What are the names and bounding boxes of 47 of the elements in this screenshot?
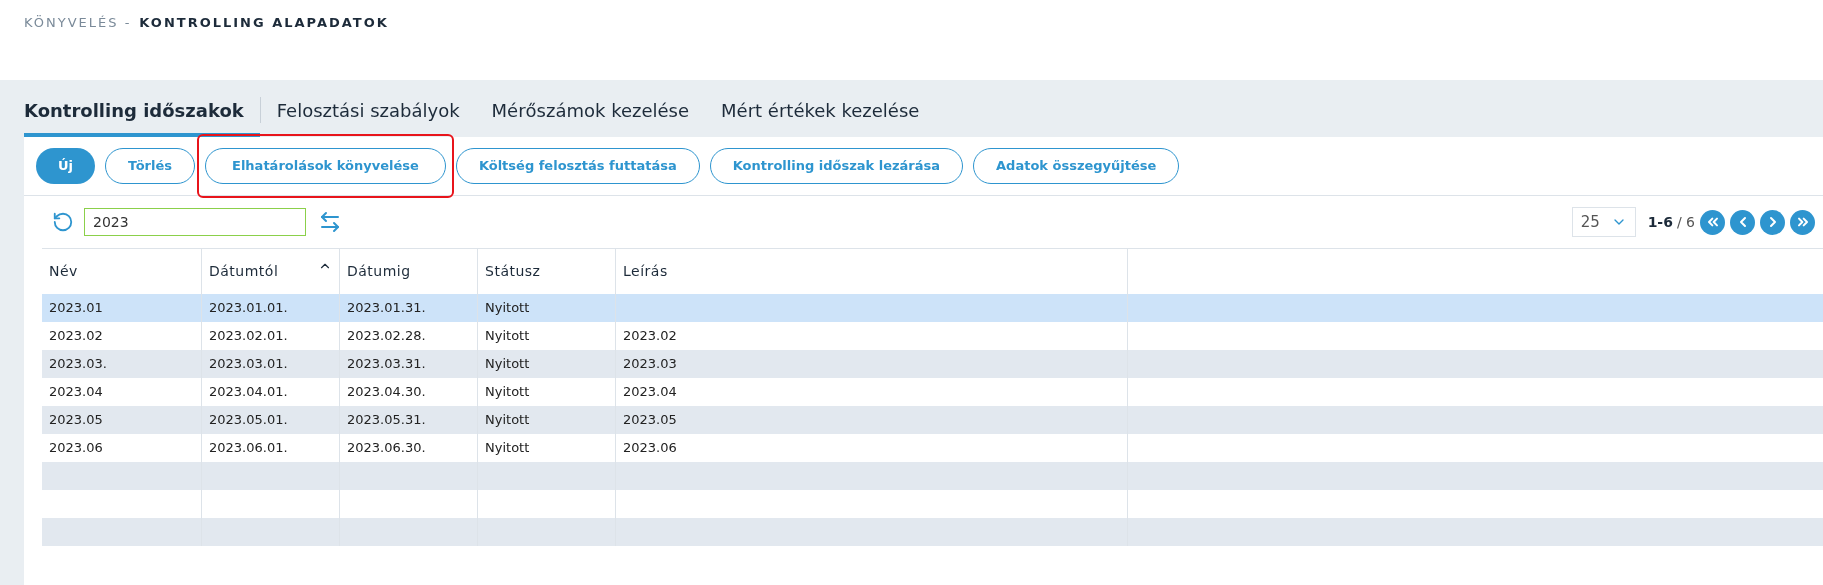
page-nav-button[interactable] (1790, 209, 1815, 235)
table-cell-text: 2023.03.31. (347, 355, 426, 374)
table-cell-text: 2023.06.30. (347, 439, 426, 458)
table-cell-text: 2023.06 (49, 439, 103, 458)
table-cell-text: 2023.04.01. (209, 383, 288, 402)
table-cell-text: 2023.05.31. (347, 411, 426, 430)
page-title: KONTROLLING ALAPADATOK (139, 14, 389, 32)
table-row[interactable]: 2023.01 2023.01.01. 2023.01.31. Nyitott (42, 294, 1823, 322)
table-cell-text: 2023.01 (49, 299, 103, 318)
table-cell-text: 2023.03 (623, 355, 677, 374)
table-cell-text: 2023.06.01. (209, 439, 288, 458)
table-cell-text: 2023.02 (49, 327, 103, 346)
table-cell-text: 2023.06 (623, 439, 677, 458)
table-cell-text: 2023.03.01. (209, 355, 288, 374)
breadcrumb-parent[interactable]: KÖNYVELÉS - (24, 13, 132, 80)
table-cell-text: 2023.02.28. (347, 327, 426, 346)
filter-field[interactable]: 2023 (84, 208, 306, 236)
table-cell-text: 2023.04 (623, 383, 677, 402)
table-cell-text: 2023.05 (623, 411, 677, 430)
table-cell-text: Nyitott (485, 411, 530, 430)
page-size-select[interactable]: 25 (1571, 207, 1636, 237)
table-cell-text: 2023.04 (49, 383, 103, 402)
table-cell-text: Nyitott (485, 355, 530, 374)
table-cell-text: Nyitott (485, 383, 530, 402)
table-cell-text: 2023.05.01. (209, 411, 288, 430)
table-cell-text: Nyitott (485, 439, 530, 458)
tab[interactable]: Mért értékek kezelése (705, 87, 936, 137)
page-nav-button[interactable] (1700, 209, 1725, 235)
table-row[interactable]: 2023.05 2023.05.01. 2023.05.31. Nyitott 2023.05 (42, 406, 1823, 434)
table-cell-text: 2023.03. (49, 355, 107, 374)
swap-icon[interactable] (318, 210, 342, 234)
table-cell-text: 2023.02 (623, 327, 677, 346)
table-cell-text: 2023.01.31. (347, 299, 426, 318)
tab[interactable]: Felosztási szabályok (260, 87, 476, 137)
table-row[interactable]: 2023.03. 2023.03.01. 2023.03.31. Nyitott 2023.03 (42, 350, 1823, 378)
table-cell-text: 2023.01.01. (209, 299, 288, 318)
reset-icon[interactable] (52, 211, 74, 233)
table-cell-text: Nyitott (485, 299, 530, 318)
table-cell-text: Nyitott (485, 327, 530, 346)
table-cell-text: 2023.05 (49, 411, 103, 430)
page-nav-button[interactable] (1730, 209, 1755, 235)
table-cell-text: 2023.04.30. (347, 383, 426, 402)
page-range: 1-6 (1647, 212, 1673, 232)
page-nav-button[interactable] (1760, 209, 1785, 235)
table-cell-text: 2023.02.01. (209, 327, 288, 346)
tab[interactable]: Mérőszámok kezelése (475, 87, 706, 137)
page-total: / 6 (1676, 212, 1695, 232)
